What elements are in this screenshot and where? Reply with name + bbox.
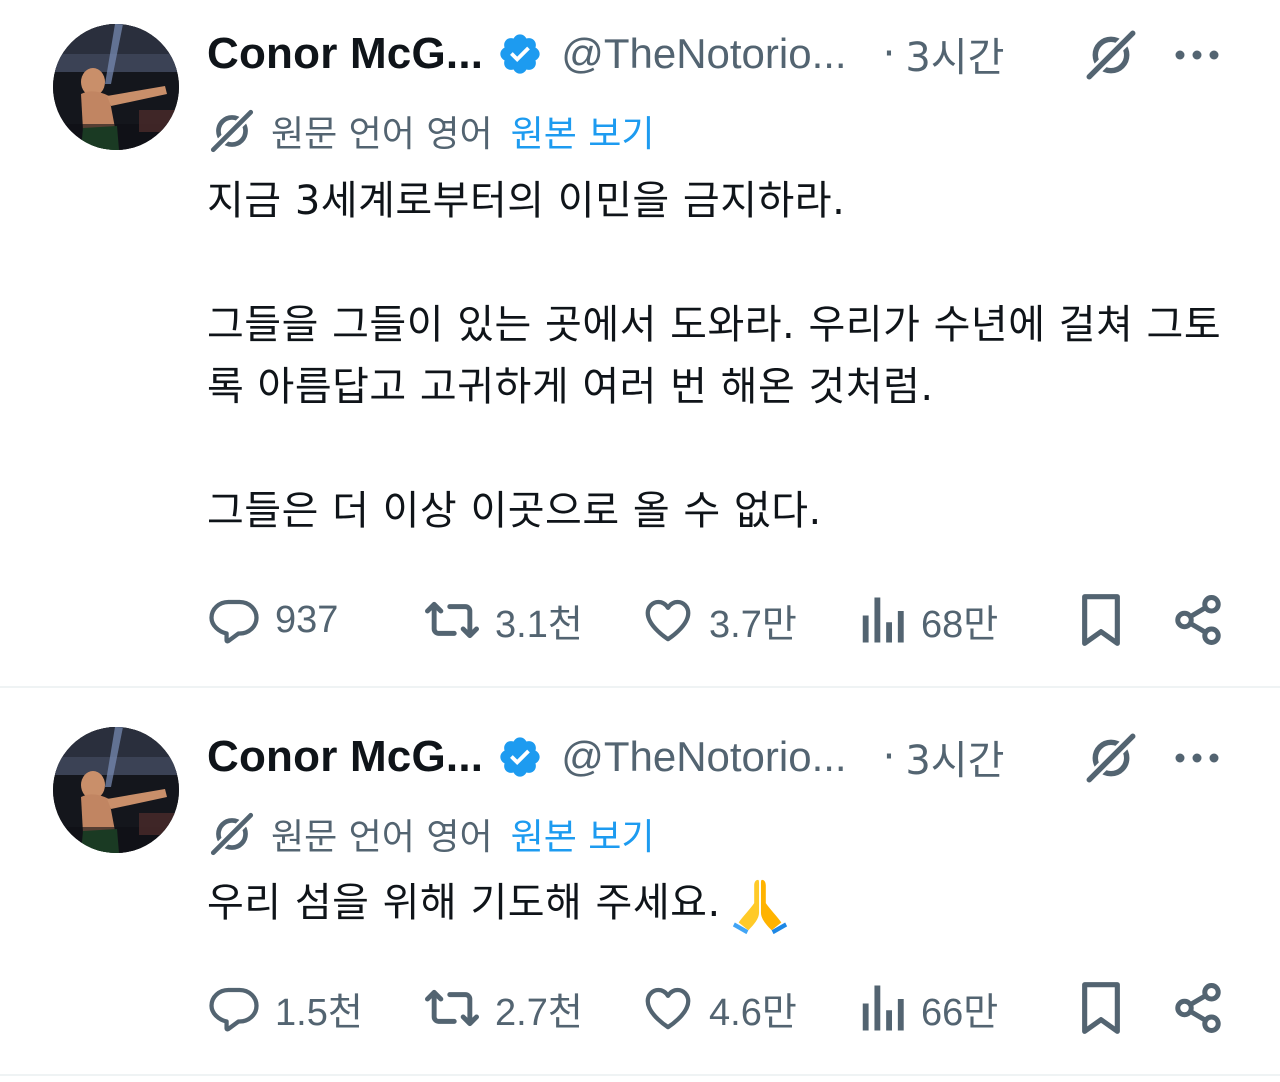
reply-button[interactable]: 937 (207, 590, 338, 650)
tweet[interactable]: Conor McG... @TheNotorio... · 3시간 원문 언어 … (0, 690, 1280, 1075)
share-icon (1175, 595, 1221, 645)
grok-translate-icon (208, 107, 256, 155)
reply-bubble-icon (209, 599, 259, 644)
bookmark-icon (1082, 594, 1120, 646)
reply-bubble-icon (209, 987, 259, 1032)
grok-icon[interactable] (1082, 26, 1140, 84)
tweet-paragraph-text: 우리 섬을 위해 기도해 주세요. (207, 880, 721, 926)
handle[interactable]: @TheNotorio... (561, 30, 846, 78)
show-original-link[interactable]: 원본 보기 (511, 808, 655, 860)
reply-count: 1.5천 (275, 991, 363, 1034)
heart-icon (645, 987, 691, 1030)
translation-label: 원문 언어 영어 (271, 817, 493, 858)
more-dots-icon[interactable] (1172, 748, 1222, 768)
reply-button[interactable]: 1.5천 (207, 978, 363, 1038)
timestamp[interactable]: 3시간 (905, 25, 1004, 83)
share-icon (1175, 983, 1221, 1033)
translation-notice: 원문 언어 영어 원본 보기 (207, 809, 655, 859)
like-count: 4.6만 (709, 991, 797, 1034)
views-button[interactable]: 66만 (859, 978, 998, 1038)
repost-arrows-icon (425, 989, 479, 1027)
repost-arrows-icon (425, 601, 479, 639)
action-bar: 937 3.1천 3.7만 68만 (207, 590, 1227, 650)
repost-button[interactable]: 2.7천 (423, 978, 583, 1038)
like-button[interactable]: 3.7만 (641, 590, 797, 650)
display-name[interactable]: Conor McG... (207, 29, 483, 79)
bookmark-button[interactable] (1077, 978, 1125, 1038)
tweet-text: 지금 3세계로부터의 이민을 금지하라. 그들을 그들이 있는 곳에서 도와라.… (207, 170, 1247, 542)
folded-hands-emoji-icon (732, 879, 787, 935)
show-original-link[interactable]: 원본 보기 (511, 105, 655, 157)
repost-button[interactable]: 3.1천 (423, 590, 583, 650)
share-button[interactable] (1171, 978, 1225, 1038)
grok-translate-icon (208, 810, 256, 858)
heart-icon (645, 599, 691, 642)
tweet-paragraph: 그들을 그들이 있는 곳에서 도와라. 우리가 수년에 걸쳐 그토록 아름답고 … (207, 302, 1222, 410)
reply-count: 937 (275, 598, 339, 641)
bookmark-button[interactable] (1077, 590, 1125, 650)
more-dots-icon[interactable] (1172, 45, 1222, 65)
tweet-paragraph: 지금 3세계로부터의 이민을 금지하라. (207, 178, 846, 224)
translation-notice: 원문 언어 영어 원본 보기 (207, 106, 655, 156)
views-count: 66만 (921, 991, 999, 1034)
action-bar: 1.5천 2.7천 4.6만 66만 (207, 978, 1227, 1038)
translation-label: 원문 언어 영어 (271, 114, 493, 155)
tweet-header: Conor McG... @TheNotorio... · 3시간 (207, 24, 1004, 84)
grok-icon[interactable] (1082, 729, 1140, 787)
share-button[interactable] (1171, 590, 1225, 650)
tweet-paragraph: 그들은 더 이상 이곳으로 올 수 없다. (207, 488, 822, 534)
tweet-text: 우리 섬을 위해 기도해 주세요. (207, 872, 1247, 936)
views-count: 68만 (921, 603, 999, 646)
tweet-header: Conor McG... @TheNotorio... · 3시간 (207, 727, 1004, 787)
like-count: 3.7만 (709, 603, 797, 646)
repost-count: 2.7천 (495, 991, 583, 1034)
verified-badge-icon[interactable] (497, 31, 543, 77)
tweet[interactable]: Conor McG... @TheNotorio... · 3시간 원문 언어 … (0, 0, 1280, 688)
analytics-bars-icon (862, 985, 904, 1031)
like-button[interactable]: 4.6만 (641, 978, 797, 1038)
avatar[interactable] (53, 727, 179, 853)
analytics-bars-icon (862, 597, 904, 643)
repost-count: 3.1천 (495, 603, 583, 646)
separator-dot: · (882, 734, 896, 780)
display-name[interactable]: Conor McG... (207, 732, 483, 782)
avatar[interactable] (53, 24, 179, 150)
handle[interactable]: @TheNotorio... (561, 733, 846, 781)
timestamp[interactable]: 3시간 (905, 728, 1004, 786)
separator-dot: · (882, 31, 896, 77)
verified-badge-icon[interactable] (497, 734, 543, 780)
bookmark-icon (1082, 982, 1120, 1034)
divider (0, 686, 1280, 688)
divider (0, 1074, 1280, 1076)
views-button[interactable]: 68만 (859, 590, 998, 650)
tweet-paragraph: 우리 섬을 위해 기도해 주세요. (207, 872, 1247, 936)
